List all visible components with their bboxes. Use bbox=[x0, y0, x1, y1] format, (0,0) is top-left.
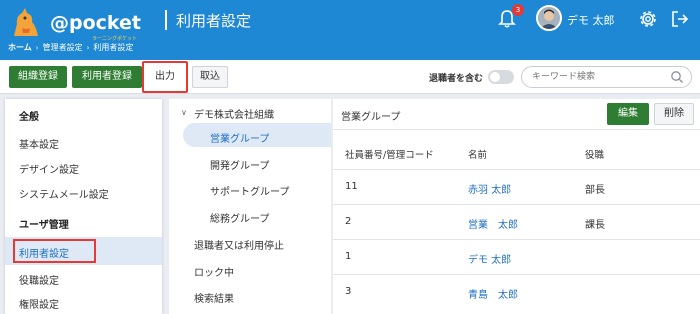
export-button[interactable]: 出力 bbox=[142, 61, 188, 93]
user-name[interactable]: デモ 太郎 bbox=[567, 12, 615, 28]
breadcrumb-separator-icon: › bbox=[35, 43, 39, 52]
column-header-role[interactable]: 役職 bbox=[585, 147, 604, 161]
divider bbox=[333, 274, 700, 275]
user-list-panel: 営業グループ 編集 削除 社員番号/管理コード 名前 役職 11 赤羽 太郎 部… bbox=[333, 99, 700, 314]
app-header: @pocket ラーニングポケット 利用者設定 ホーム › 管理者設定 › 利用… bbox=[0, 0, 700, 60]
divider bbox=[333, 204, 700, 205]
cell-id: 11 bbox=[345, 181, 358, 192]
page-title: 利用者設定 bbox=[176, 12, 252, 30]
annotation-highlight-box bbox=[13, 239, 96, 263]
breadcrumb-separator-icon: › bbox=[86, 43, 90, 52]
sidebar-heading-general: 全般 bbox=[19, 112, 39, 123]
gear-icon[interactable] bbox=[637, 8, 659, 30]
delete-button[interactable]: 削除 bbox=[654, 103, 694, 125]
sidebar-item-system-mail-settings[interactable]: システムメール設定 bbox=[19, 186, 109, 201]
breadcrumb-current: 利用者設定 bbox=[93, 43, 134, 52]
toolbar: 組織登録 利用者登録 出力 取込 退職者を含む bbox=[0, 60, 700, 94]
divider bbox=[333, 169, 700, 170]
tree-node-search-results[interactable]: 検索結果 bbox=[194, 290, 234, 305]
toggle-knob bbox=[490, 72, 500, 82]
breadcrumb-admin-settings[interactable]: 管理者設定 bbox=[43, 42, 83, 53]
column-header-id[interactable]: 社員番号/管理コード bbox=[345, 147, 434, 161]
cell-name-link[interactable]: デモ 太郎 bbox=[468, 251, 511, 266]
sidebar-item-permission-settings[interactable]: 権限設定 bbox=[19, 296, 59, 311]
group-title: 営業グループ bbox=[341, 112, 401, 123]
sidebar-item-position-settings[interactable]: 役職設定 bbox=[19, 272, 59, 287]
tree-node-locked[interactable]: ロック中 bbox=[194, 264, 234, 279]
search-input[interactable] bbox=[521, 66, 692, 88]
import-button[interactable]: 取込 bbox=[192, 66, 228, 88]
tree-node-dev-group[interactable]: 開発グループ bbox=[210, 157, 269, 172]
search-icon[interactable] bbox=[670, 70, 684, 84]
sidebar-item-design-settings[interactable]: デザイン設定 bbox=[19, 161, 79, 176]
cell-role: 部長 bbox=[585, 185, 605, 196]
logout-icon[interactable] bbox=[670, 9, 690, 29]
tree-node-sales-group[interactable]: 営業グループ bbox=[210, 130, 269, 145]
avatar[interactable] bbox=[536, 5, 562, 31]
cell-role: 課長 bbox=[585, 220, 605, 231]
cell-name-link[interactable]: 営業 太郎 bbox=[468, 216, 518, 231]
include-retired-toggle[interactable] bbox=[488, 70, 514, 84]
org-register-button[interactable]: 組織登録 bbox=[9, 66, 67, 88]
divider bbox=[333, 239, 700, 240]
notification-badge: 3 bbox=[512, 4, 524, 16]
kangaroo-logo-icon bbox=[14, 8, 38, 36]
app-logo[interactable]: @pocket ラーニングポケット bbox=[8, 6, 142, 42]
user-register-button[interactable]: 利用者登録 bbox=[72, 66, 142, 88]
column-header-name[interactable]: 名前 bbox=[468, 147, 487, 161]
include-retired-label: 退職者を含む bbox=[429, 74, 484, 84]
sidebar-item-basic-settings[interactable]: 基本設定 bbox=[19, 136, 59, 151]
tree-node-retired[interactable]: 退職者又は利用停止 bbox=[194, 237, 284, 252]
breadcrumb-home[interactable]: ホーム bbox=[8, 42, 32, 53]
organization-tree: ∨ デモ株式会社組織 営業グループ 開発グループ サポートグループ 総務グループ… bbox=[169, 99, 331, 314]
logo-subtext: ラーニングポケット bbox=[92, 36, 138, 42]
divider bbox=[333, 129, 700, 130]
chevron-down-icon[interactable]: ∨ bbox=[181, 108, 187, 117]
cell-name-link[interactable]: 青島 太郎 bbox=[468, 286, 518, 301]
cell-name-link[interactable]: 赤羽 太郎 bbox=[468, 181, 511, 196]
cell-id: 1 bbox=[345, 251, 352, 262]
sidebar-heading-user-management: ユーザ管理 bbox=[19, 220, 69, 231]
logo-text: @pocket bbox=[50, 12, 142, 34]
breadcrumb: ホーム › 管理者設定 › 利用者設定 bbox=[8, 42, 133, 53]
cell-id: 2 bbox=[345, 216, 352, 227]
edit-button[interactable]: 編集 bbox=[607, 103, 649, 125]
tree-node-general-affairs-group[interactable]: 総務グループ bbox=[210, 210, 269, 225]
cell-id: 3 bbox=[345, 286, 352, 297]
settings-sidebar: 全般 基本設定 デザイン設定 システムメール設定 ユーザ管理 利用者設定 役職設… bbox=[5, 99, 162, 314]
tree-root-node[interactable]: デモ株式会社組織 bbox=[194, 106, 274, 121]
tree-node-support-group[interactable]: サポートグループ bbox=[210, 183, 289, 198]
header-divider bbox=[165, 10, 167, 30]
